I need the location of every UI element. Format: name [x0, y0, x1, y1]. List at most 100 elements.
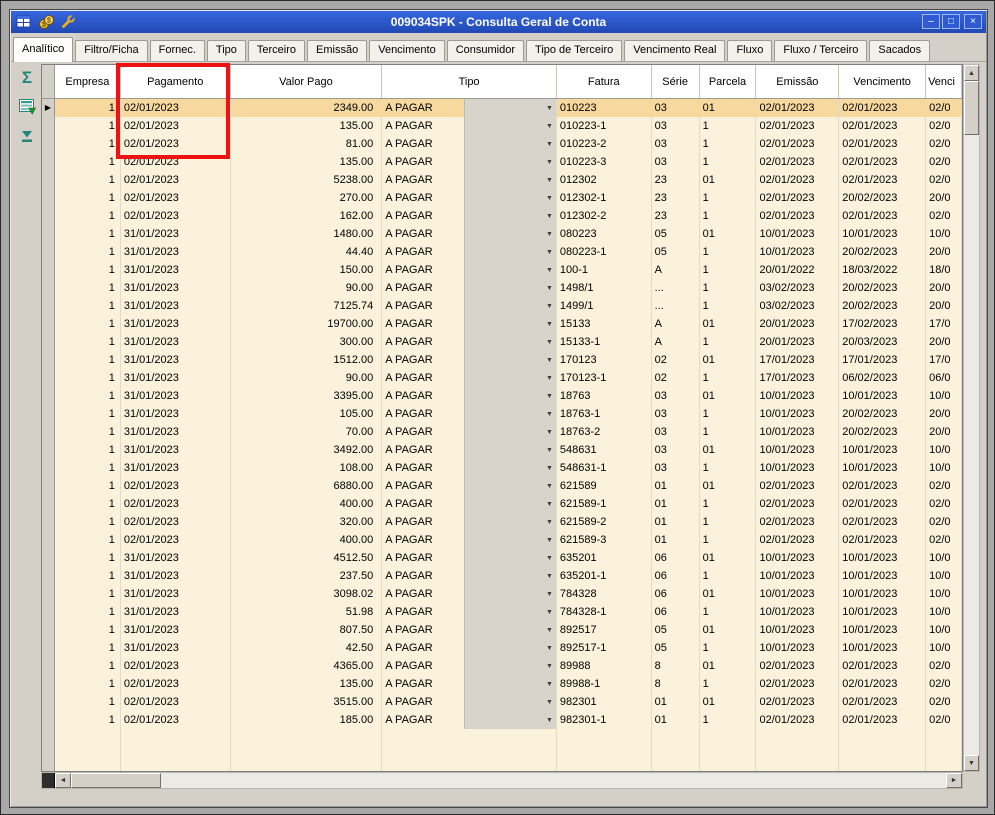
cell-valor-pago[interactable]: 44.40: [231, 243, 383, 261]
table-row[interactable]: 131/01/20233492.00A PAGAR▼548631030110/0…: [42, 441, 962, 459]
cell-vencimento[interactable]: 20/02/2023: [839, 279, 926, 297]
cell-parcela[interactable]: 1: [700, 603, 757, 621]
cell-venci[interactable]: 02/0: [926, 117, 962, 135]
tipo-dropdown[interactable]: ▼: [464, 117, 556, 135]
cell-s-rie[interactable]: 8: [652, 675, 700, 693]
cell-empresa[interactable]: 1: [55, 495, 121, 513]
cell-tipo[interactable]: A PAGAR▼: [382, 297, 557, 315]
cell-empresa[interactable]: 1: [55, 387, 121, 405]
cell-pagamento[interactable]: 31/01/2023: [121, 621, 231, 639]
cell-tipo[interactable]: A PAGAR▼: [382, 279, 557, 297]
cell-fatura[interactable]: 548631-1: [557, 459, 652, 477]
tipo-dropdown[interactable]: ▼: [464, 567, 556, 585]
minimize-button[interactable]: –: [922, 14, 940, 29]
cell-emiss-o[interactable]: 02/01/2023: [756, 513, 839, 531]
cell-fatura[interactable]: 010223-2: [557, 135, 652, 153]
cell-tipo[interactable]: A PAGAR▼: [382, 549, 557, 567]
maximize-button[interactable]: □: [942, 14, 960, 29]
cell-vencimento[interactable]: 10/01/2023: [839, 585, 926, 603]
tipo-dropdown[interactable]: ▼: [464, 675, 556, 693]
cell-pagamento[interactable]: 31/01/2023: [121, 315, 231, 333]
cell-venci[interactable]: 10/0: [926, 549, 962, 567]
tipo-dropdown[interactable]: ▼: [464, 423, 556, 441]
table-row[interactable]: 102/01/20235238.00A PAGAR▼012302230102/0…: [42, 171, 962, 189]
cell-vencimento[interactable]: 02/01/2023: [839, 477, 926, 495]
column-header-parcela[interactable]: Parcela: [700, 65, 757, 98]
column-header-emiss-o[interactable]: Emissão: [756, 65, 839, 98]
cell-s-rie[interactable]: 02: [652, 369, 700, 387]
cell-emiss-o[interactable]: 02/01/2023: [756, 531, 839, 549]
cell-tipo[interactable]: A PAGAR▼: [382, 153, 557, 171]
cell-vencimento[interactable]: 20/03/2023: [839, 333, 926, 351]
cell-empresa[interactable]: 1: [55, 297, 121, 315]
cell-vencimento[interactable]: 02/01/2023: [839, 99, 926, 117]
wrench-icon[interactable]: [59, 13, 77, 31]
cell-parcela[interactable]: 1: [700, 207, 757, 225]
tipo-dropdown[interactable]: ▼: [464, 171, 556, 189]
cell-fatura[interactable]: 621589: [557, 477, 652, 495]
tipo-dropdown[interactable]: ▼: [464, 207, 556, 225]
cell-s-rie[interactable]: 03: [652, 441, 700, 459]
cell-empresa[interactable]: 1: [55, 459, 121, 477]
tipo-dropdown[interactable]: ▼: [464, 639, 556, 657]
tipo-dropdown[interactable]: ▼: [464, 531, 556, 549]
cell-emiss-o[interactable]: 02/01/2023: [756, 153, 839, 171]
cell-s-rie[interactable]: 06: [652, 585, 700, 603]
cell-emiss-o[interactable]: 02/01/2023: [756, 693, 839, 711]
cell-pagamento[interactable]: 02/01/2023: [121, 657, 231, 675]
tab-filtro-ficha[interactable]: Filtro/Ficha: [75, 40, 147, 61]
cell-tipo[interactable]: A PAGAR▼: [382, 387, 557, 405]
tipo-dropdown[interactable]: ▼: [464, 153, 556, 171]
cell-empresa[interactable]: 1: [55, 99, 121, 117]
cell-vencimento[interactable]: 02/01/2023: [839, 531, 926, 549]
cell-parcela[interactable]: 01: [700, 549, 757, 567]
cell-tipo[interactable]: A PAGAR▼: [382, 585, 557, 603]
tipo-dropdown[interactable]: ▼: [464, 711, 556, 729]
tipo-dropdown[interactable]: ▼: [464, 693, 556, 711]
cell-emiss-o[interactable]: 02/01/2023: [756, 117, 839, 135]
cell-empresa[interactable]: 1: [55, 135, 121, 153]
tipo-dropdown[interactable]: ▼: [464, 99, 556, 117]
cell-vencimento[interactable]: 17/01/2023: [839, 351, 926, 369]
cell-fatura[interactable]: 170123: [557, 351, 652, 369]
cell-pagamento[interactable]: 31/01/2023: [121, 333, 231, 351]
cell-tipo[interactable]: A PAGAR▼: [382, 135, 557, 153]
cell-valor-pago[interactable]: 5238.00: [231, 171, 383, 189]
cell-empresa[interactable]: 1: [55, 261, 121, 279]
cell-fatura[interactable]: 548631: [557, 441, 652, 459]
cell-empresa[interactable]: 1: [55, 189, 121, 207]
cell-vencimento[interactable]: 10/01/2023: [839, 387, 926, 405]
cell-valor-pago[interactable]: 2349.00: [231, 99, 383, 117]
cell-fatura[interactable]: 012302-2: [557, 207, 652, 225]
cell-vencimento[interactable]: 10/01/2023: [839, 441, 926, 459]
cell-valor-pago[interactable]: 7125.74: [231, 297, 383, 315]
cell-vencimento[interactable]: 02/01/2023: [839, 657, 926, 675]
cell-venci[interactable]: 02/0: [926, 495, 962, 513]
cell-venci[interactable]: 20/0: [926, 333, 962, 351]
cell-parcela[interactable]: 01: [700, 477, 757, 495]
cell-valor-pago[interactable]: 90.00: [231, 369, 383, 387]
cell-fatura[interactable]: 010223-3: [557, 153, 652, 171]
cell-vencimento[interactable]: 10/01/2023: [839, 549, 926, 567]
table-row[interactable]: 102/01/2023185.00A PAGAR▼982301-101102/0…: [42, 711, 962, 729]
cell-s-rie[interactable]: 01: [652, 693, 700, 711]
cell-pagamento[interactable]: 31/01/2023: [121, 405, 231, 423]
cell-vencimento[interactable]: 02/01/2023: [839, 153, 926, 171]
cell-emiss-o[interactable]: 20/01/2023: [756, 333, 839, 351]
cell-vencimento[interactable]: 02/01/2023: [839, 711, 926, 729]
cell-tipo[interactable]: A PAGAR▼: [382, 189, 557, 207]
vertical-scrollbar[interactable]: ▲ ▼: [963, 64, 980, 772]
cell-valor-pago[interactable]: 135.00: [231, 153, 383, 171]
cell-pagamento[interactable]: 02/01/2023: [121, 531, 231, 549]
tipo-dropdown[interactable]: ▼: [464, 135, 556, 153]
tipo-dropdown[interactable]: ▼: [464, 441, 556, 459]
cell-empresa[interactable]: 1: [55, 585, 121, 603]
cell-empresa[interactable]: 1: [55, 279, 121, 297]
scroll-left-button[interactable]: ◄: [55, 773, 71, 788]
cell-s-rie[interactable]: 01: [652, 531, 700, 549]
cell-parcela[interactable]: 1: [700, 423, 757, 441]
cell-valor-pago[interactable]: 70.00: [231, 423, 383, 441]
cell-parcela[interactable]: 01: [700, 621, 757, 639]
cell-valor-pago[interactable]: 51.98: [231, 603, 383, 621]
tab-tipo[interactable]: Tipo: [207, 40, 246, 61]
